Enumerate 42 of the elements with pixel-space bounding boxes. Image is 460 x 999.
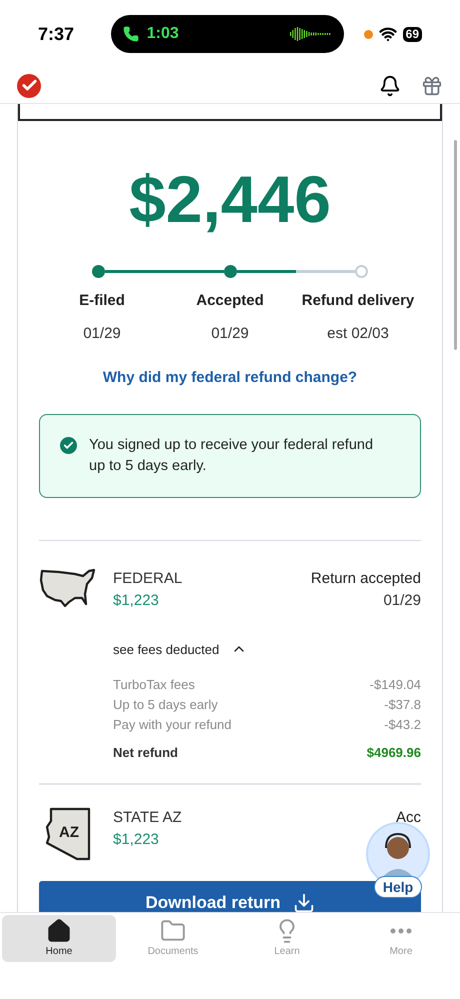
- fee-label: Pay with your refund: [113, 716, 232, 734]
- step-date: 01/29: [211, 324, 249, 344]
- tab-bar-item[interactable]: Home: [2, 915, 116, 962]
- refund-change-link[interactable]: Why did my federal refund change?: [102, 367, 358, 390]
- us-map-icon: [39, 568, 97, 610]
- logo-icon: [17, 74, 41, 98]
- help-button[interactable]: Help: [374, 876, 422, 898]
- net-refund-value: $4969.96: [366, 744, 421, 762]
- return-date: 01/29: [383, 590, 421, 610]
- download-icon: [292, 892, 315, 912]
- waveform-icon: [290, 27, 332, 41]
- bell-icon[interactable]: [379, 74, 401, 96]
- step-date: 01/29: [83, 324, 121, 344]
- phone-icon: [122, 26, 139, 42]
- notice-text: You signed up to receive your federal refund up to 5 days early.: [89, 436, 374, 476]
- call-duration: 1:03: [146, 24, 179, 44]
- step-label: E-filed: [79, 291, 125, 311]
- arizona-map-icon: [45, 806, 91, 860]
- wifi-icon: [378, 25, 397, 43]
- return-amount: $1,223: [113, 830, 160, 850]
- net-refund-label: Net refund: [113, 744, 178, 762]
- return-status: Acc: [396, 808, 421, 828]
- more-icon: [390, 928, 412, 934]
- fee-value: -$37.8: [384, 696, 421, 714]
- fees-toggle[interactable]: see fees deducted: [113, 640, 248, 659]
- fee-label: TurboTax fees: [113, 676, 195, 694]
- fee-label: Up to 5 days early: [113, 696, 218, 714]
- state-abbreviation: AZ: [59, 822, 79, 842]
- battery: 69: [402, 26, 422, 42]
- clock: 7:37: [38, 22, 76, 46]
- step-date: est 02/03: [327, 324, 389, 344]
- return-status: Return accepted: [310, 568, 421, 588]
- fee-value: -$149.04: [370, 676, 421, 694]
- home-icon: [46, 918, 72, 944]
- gift-icon[interactable]: [421, 74, 443, 96]
- return-amount: $1,223: [113, 590, 160, 610]
- step-label: Refund delivery: [302, 291, 414, 311]
- fee-value: -$43.2: [384, 716, 421, 734]
- refund-amount: $2,446: [128, 161, 332, 237]
- step-label: Accepted: [196, 291, 264, 311]
- return-name: STATE AZ: [113, 808, 183, 828]
- return-name: FEDERAL: [113, 568, 184, 588]
